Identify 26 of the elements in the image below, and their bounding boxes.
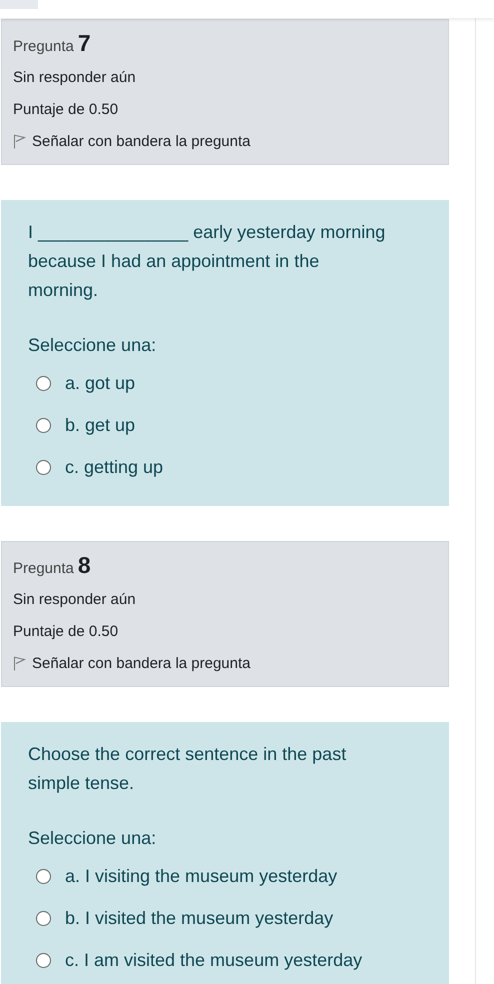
radio-button[interactable] [36,910,51,926]
question-text: Choose the correct sentence in the past simple tense. [28,743,348,795]
question-label: Pregunta [13,560,74,577]
radio-button[interactable] [36,868,51,884]
question-number: 8 [78,552,91,579]
option-label[interactable]: a. got up [65,372,136,394]
select-prompt: Seleccione una: [28,828,158,849]
option-label[interactable]: a. I visiting the museum yesterday [65,866,338,886]
flag-question-link[interactable]: Señalar con bandera la pregunta [13,655,250,672]
flag-question-link[interactable]: Señalar con bandera la pregunta [13,133,250,150]
radio-button[interactable] [36,418,51,432]
radio-button[interactable] [36,460,51,474]
question-label: Pregunta [13,38,74,55]
radio-button[interactable] [36,952,51,968]
select-prompt: Seleccione una: [28,335,158,356]
question-grade: Puntaje de 0.50 [13,623,120,640]
option-label[interactable]: c. getting up [65,456,164,478]
option-label[interactable]: b. I visited the museum yesterday [65,908,334,928]
question-grade: Puntaje de 0.50 [13,101,120,118]
question-status: Sin responder aún [13,69,137,86]
option-label[interactable]: c. I am visited the museum yesterday [65,950,362,970]
question-status: Sin responder aún [13,591,137,608]
radio-button[interactable] [36,376,51,390]
question-number: 7 [78,30,91,57]
option-label[interactable]: b. get up [65,414,136,436]
question-text: I _______________ early yesterday morning because I had an appointment in the morning. [28,221,386,302]
